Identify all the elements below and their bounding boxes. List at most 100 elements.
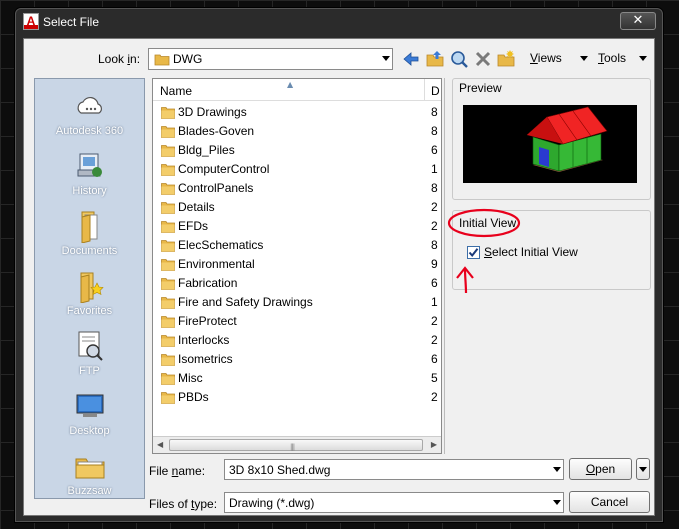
folder-icon	[161, 221, 175, 233]
file-list[interactable]: ▲ Name D 3D Drawings 8 Blades-Goven 8 Bldg_P…	[152, 78, 442, 454]
file-list-item[interactable]: ComputerControl 1	[153, 160, 441, 179]
file-list-item-date: 1	[431, 295, 438, 309]
folder-icon	[161, 126, 175, 138]
chevron-down-icon	[639, 467, 647, 472]
file-list-item-name: ControlPanels	[178, 181, 254, 195]
file-list-item-date: 8	[431, 238, 438, 252]
scroll-right-icon[interactable]: ▶	[431, 440, 437, 449]
folder-icon	[161, 183, 175, 195]
file-list-item[interactable]: Blades-Goven 8	[153, 122, 441, 141]
filename-label: File name:	[149, 464, 206, 478]
file-list-item-date: 6	[431, 143, 438, 157]
ftp-icon	[78, 331, 103, 361]
close-button[interactable]: ✕	[620, 12, 656, 30]
tools-chevron-down-icon[interactable]	[639, 56, 647, 61]
place-desktop[interactable]: Desktop	[35, 387, 144, 447]
place-history[interactable]: History	[35, 147, 144, 207]
horizontal-scrollbar[interactable]: ◀ ||| ▶	[153, 436, 441, 453]
title-bar[interactable]: A Select File ✕	[16, 9, 662, 37]
folder-icon	[161, 335, 175, 347]
file-list-item-date: 6	[431, 352, 438, 366]
views-menu[interactable]: Views	[530, 51, 562, 65]
file-list-item-date: 1	[431, 162, 438, 176]
cancel-button[interactable]: Cancel	[569, 491, 650, 513]
file-list-item-date: 6	[431, 276, 438, 290]
scrollbar-thumb[interactable]: |||	[169, 439, 423, 451]
favorites-folder-icon	[80, 272, 104, 303]
place-ftp[interactable]: FTP	[35, 327, 144, 387]
buzzsaw-icon	[75, 458, 105, 479]
lookin-dropdown[interactable]: DWG	[148, 48, 393, 70]
file-list-item-date: 5	[431, 371, 438, 385]
search-web-icon[interactable]	[449, 49, 469, 69]
autocad-app-icon: A	[23, 13, 39, 30]
open-options-dropdown[interactable]	[636, 458, 650, 480]
file-list-item-date: 8	[431, 124, 438, 138]
back-arrow-icon[interactable]	[401, 49, 421, 69]
filetype-dropdown[interactable]: Drawing (*.dwg)	[224, 492, 564, 513]
initial-view-group: Initial View Select Initial View	[452, 210, 651, 290]
file-list-item[interactable]: 3D Drawings 8	[153, 103, 441, 122]
file-list-item[interactable]: ElecSchematics 8	[153, 236, 441, 255]
file-list-item-name: 3D Drawings	[178, 105, 247, 119]
delete-icon[interactable]	[473, 49, 493, 69]
filetype-label: Files of type:	[149, 497, 218, 511]
file-list-item[interactable]: EFDs 2	[153, 217, 441, 236]
file-list-item[interactable]: Misc 5	[153, 369, 441, 388]
file-list-item[interactable]: Isometrics 6	[153, 350, 441, 369]
views-chevron-down-icon[interactable]	[580, 56, 588, 61]
list-splitter[interactable]	[444, 78, 445, 454]
select-initial-view-label[interactable]: Select Initial View	[484, 245, 578, 259]
column-separator[interactable]	[424, 79, 425, 101]
file-list-item[interactable]: Bldg_Piles 6	[153, 141, 441, 160]
filetype-value: Drawing (*.dwg)	[229, 496, 315, 510]
grip-icon: |||	[290, 443, 295, 451]
folder-icon	[161, 316, 175, 328]
folder-icon	[161, 354, 175, 366]
preview-image	[463, 105, 637, 183]
file-list-item-date: 2	[431, 333, 438, 347]
initial-view-caption: Initial View	[459, 216, 517, 230]
new-folder-icon[interactable]	[496, 49, 516, 69]
select-initial-view-checkbox[interactable]	[467, 246, 480, 259]
file-list-item[interactable]: ControlPanels 8	[153, 179, 441, 198]
file-list-item[interactable]: FireProtect 2	[153, 312, 441, 331]
place-documents[interactable]: Documents	[35, 207, 144, 267]
folder-icon	[161, 373, 175, 385]
file-list-item[interactable]: Environmental 9	[153, 255, 441, 274]
up-folder-icon[interactable]	[425, 49, 445, 69]
filename-chevron-down-icon[interactable]	[553, 467, 561, 472]
file-list-item-name: ElecSchematics	[178, 238, 264, 252]
places-sidebar: Autodesk 360 History Documents Favorites…	[34, 78, 145, 499]
checkmark-icon	[468, 248, 479, 258]
history-icon	[77, 153, 102, 177]
column-header-date[interactable]: D	[431, 84, 440, 98]
filename-input[interactable]: 3D 8x10 Shed.dwg	[224, 459, 564, 480]
file-list-item[interactable]: PBDs 2	[153, 388, 441, 407]
file-list-item-name: Bldg_Piles	[178, 143, 235, 157]
file-list-item-date: 2	[431, 200, 438, 214]
file-list-item[interactable]: Fabrication 6	[153, 274, 441, 293]
file-list-header: ▲ Name D	[153, 79, 441, 101]
column-header-name[interactable]: Name	[160, 84, 192, 98]
filetype-chevron-down-icon[interactable]	[553, 500, 561, 505]
file-list-item-date: 8	[431, 181, 438, 195]
cloud-icon	[77, 96, 102, 114]
place-autodesk-360[interactable]: Autodesk 360	[35, 87, 144, 147]
file-list-item[interactable]: Details 2	[153, 198, 441, 217]
file-list-item[interactable]: Interlocks 2	[153, 331, 441, 350]
scroll-left-icon[interactable]: ◀	[157, 440, 163, 449]
file-list-item[interactable]: Fire and Safety Drawings 1	[153, 293, 441, 312]
desktop-icon	[76, 394, 104, 417]
place-buzzsaw[interactable]: Buzzsaw	[35, 447, 144, 498]
file-list-item-name: PBDs	[178, 390, 209, 404]
select-file-dialog: A Select File ✕ Look in: DWG Views Tools…	[15, 8, 663, 522]
place-favorites[interactable]: Favorites	[35, 267, 144, 327]
tools-menu[interactable]: Tools	[598, 51, 626, 65]
preview-caption: Preview	[459, 81, 502, 95]
chevron-down-icon[interactable]	[382, 56, 390, 61]
file-list-item-date: 9	[431, 257, 438, 271]
open-button[interactable]: Open	[569, 458, 632, 480]
folder-icon	[161, 259, 175, 271]
window-title: Select File	[43, 15, 100, 29]
